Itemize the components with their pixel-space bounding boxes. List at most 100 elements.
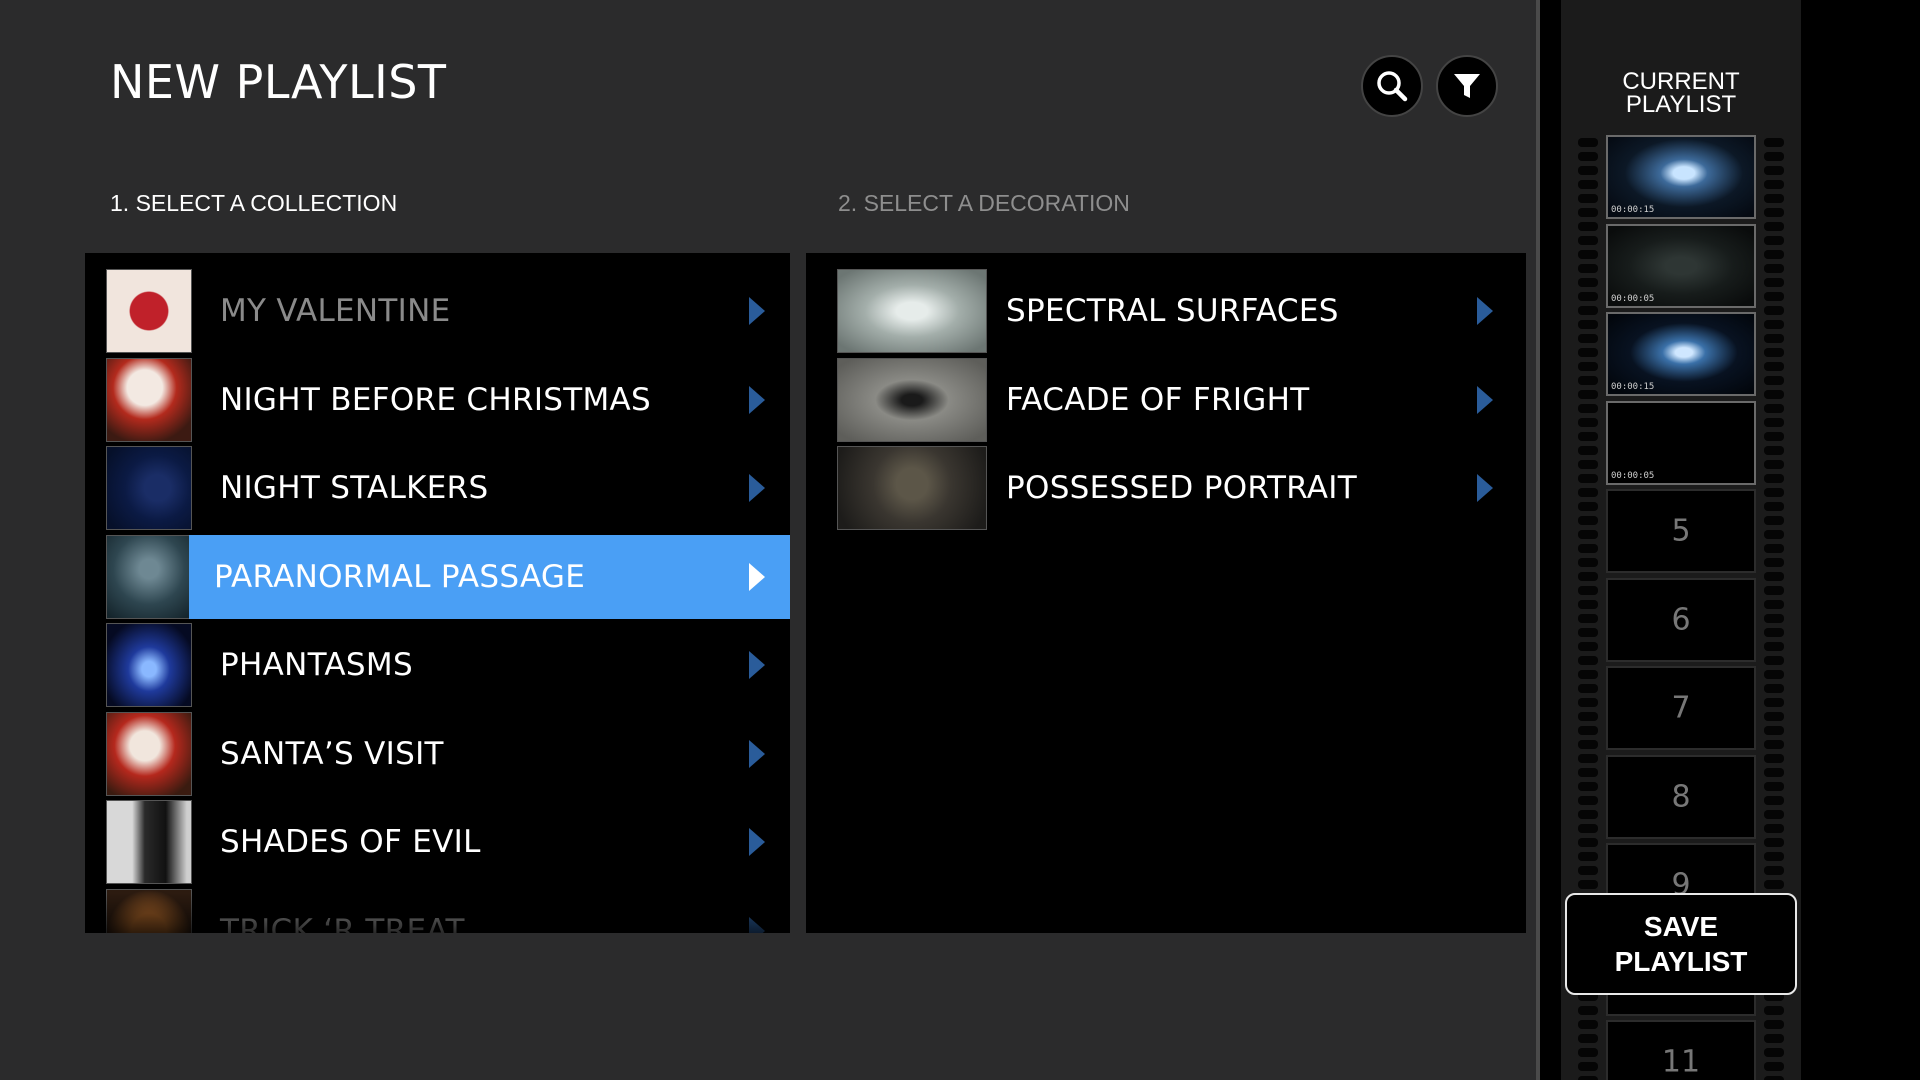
collection-label: PARANORMAL PASSAGE xyxy=(214,558,586,595)
sprocket-hole xyxy=(1578,376,1598,385)
sprocket-hole xyxy=(1578,362,1598,371)
sprocket-hole xyxy=(1764,278,1784,287)
sprocket-hole xyxy=(1578,642,1598,651)
sprocket-hole xyxy=(1764,558,1784,567)
sprocket-hole xyxy=(1764,642,1784,651)
sprocket-hole xyxy=(1764,208,1784,217)
sprocket-hole xyxy=(1578,446,1598,455)
slot-number: 8 xyxy=(1671,779,1691,814)
collection-list: MY VALENTINE NIGHT BEFORE CHRISTMAS NIGHT … xyxy=(85,253,790,933)
decoration-label: SPECTRAL SURFACES xyxy=(1006,293,1339,329)
sprocket-hole xyxy=(1578,460,1598,469)
sprocket-hole xyxy=(1578,670,1598,679)
sprocket-hole xyxy=(1578,768,1598,777)
save-playlist-line2: PLAYLIST xyxy=(1614,946,1748,977)
sprocket-hole xyxy=(1764,754,1784,763)
playlist-slot[interactable]: 6 xyxy=(1606,577,1756,662)
collection-item[interactable]: SANTA’S VISIT xyxy=(85,712,790,796)
search-button[interactable] xyxy=(1361,55,1423,117)
slot-duration: 00:00:05 xyxy=(1611,470,1655,481)
playlist-slot[interactable]: 11 xyxy=(1606,1020,1756,1080)
decoration-item[interactable]: FACADE OF FRIGHT xyxy=(806,358,1526,442)
filter-button[interactable] xyxy=(1436,55,1498,117)
step-2-label: 2. SELECT A DECORATION xyxy=(838,190,1130,216)
sprocket-hole xyxy=(1764,880,1784,889)
sprocket-hole xyxy=(1764,656,1784,665)
collection-item[interactable]: NIGHT STALKERS xyxy=(85,446,790,530)
chevron-right-icon xyxy=(1477,474,1493,502)
collection-item[interactable]: NIGHT BEFORE CHRISTMAS xyxy=(85,358,790,442)
sprocket-hole xyxy=(1578,824,1598,833)
sprocket-hole xyxy=(1578,698,1598,707)
decoration-item[interactable]: SPECTRAL SURFACES xyxy=(806,269,1526,353)
sprocket-hole xyxy=(1578,1076,1598,1080)
sprocket-hole xyxy=(1764,1062,1784,1071)
sprocket-hole xyxy=(1578,1006,1598,1015)
sprocket-hole xyxy=(1764,180,1784,189)
playlist-slot[interactable]: 5 xyxy=(1606,489,1756,573)
sprocket-hole xyxy=(1764,362,1784,371)
sprocket-hole xyxy=(1578,208,1598,217)
collection-item[interactable]: PHANTASMS xyxy=(85,623,790,707)
collection-label: NIGHT BEFORE CHRISTMAS xyxy=(220,381,652,418)
sprocket-hole xyxy=(1764,600,1784,609)
slot-number: 11 xyxy=(1661,1044,1701,1080)
sprocket-hole xyxy=(1764,152,1784,161)
sprocket-hole xyxy=(1764,782,1784,791)
sprocket-hole xyxy=(1578,278,1598,287)
sprocket-hole xyxy=(1764,726,1784,735)
slot-number: 6 xyxy=(1671,602,1691,637)
sprocket-hole xyxy=(1764,264,1784,273)
step-1-label: 1. SELECT A COLLECTION xyxy=(110,190,398,216)
sprocket-hole xyxy=(1764,866,1784,875)
chevron-right-icon xyxy=(749,385,765,414)
decoration-item[interactable]: POSSESSED PORTRAIT xyxy=(806,446,1526,530)
sprocket-hole xyxy=(1764,684,1784,693)
playlist-slot[interactable]: 8 xyxy=(1606,754,1756,839)
slot-duration: 00:00:05 xyxy=(1611,293,1655,304)
sprocket-hole xyxy=(1764,1076,1784,1080)
decoration-list: SPECTRAL SURFACES FACADE OF FRIGHT POSSESS… xyxy=(806,253,1526,933)
collection-label: MY VALENTINE xyxy=(220,293,451,329)
sprocket-hole xyxy=(1764,712,1784,721)
sprocket-hole xyxy=(1578,250,1598,259)
sprocket-hole xyxy=(1578,810,1598,819)
sprocket-hole xyxy=(1764,250,1784,259)
sprocket-hole xyxy=(1764,222,1784,231)
sprocket-hole xyxy=(1578,796,1598,805)
slot-number: 5 xyxy=(1671,513,1691,549)
sprocket-hole xyxy=(1764,306,1784,315)
sprocket-hole xyxy=(1578,418,1598,427)
playlist-slot[interactable]: 00:00:05 xyxy=(1606,223,1756,308)
decoration-label: FACADE OF FRIGHT xyxy=(1006,381,1310,418)
sprocket-hole xyxy=(1764,236,1784,245)
page-title: NEW PLAYLIST xyxy=(110,55,447,109)
search-icon xyxy=(1377,71,1408,102)
current-playlist-title-line2: PLAYLIST xyxy=(1625,91,1737,118)
sprocket-hole xyxy=(1578,348,1598,357)
chevron-right-icon xyxy=(749,828,765,856)
sprocket-hole xyxy=(1578,292,1598,301)
chevron-right-icon xyxy=(749,474,765,502)
sprocket-hole xyxy=(1764,586,1784,595)
sprocket-hole xyxy=(1764,796,1784,805)
playlist-slot[interactable]: 00:00:05 xyxy=(1606,400,1756,485)
save-playlist-button[interactable]: SAVE PLAYLIST xyxy=(1565,893,1797,995)
collection-item[interactable]: SHADES OF EVIL xyxy=(85,800,790,884)
playlist-slot[interactable]: 00:00:15 xyxy=(1606,312,1756,396)
sprocket-hole xyxy=(1764,320,1784,329)
sprocket-hole xyxy=(1764,670,1784,679)
sprocket-hole xyxy=(1578,712,1598,721)
sprocket-hole xyxy=(1764,376,1784,385)
sprocket-hole xyxy=(1578,726,1598,735)
sprocket-hole xyxy=(1764,348,1784,357)
playlist-slot[interactable]: 7 xyxy=(1606,666,1756,750)
sprocket-hole xyxy=(1578,264,1598,273)
sprocket-hole xyxy=(1578,502,1598,511)
current-playlist-title-line1: CURRENT xyxy=(1622,68,1740,95)
sprocket-hole xyxy=(1578,236,1598,245)
playlist-slot[interactable]: 00:00:15 xyxy=(1606,135,1756,219)
collection-item[interactable]: PARANORMAL PASSAGE xyxy=(189,534,790,619)
collection-item[interactable]: MY VALENTINE xyxy=(85,269,790,353)
app-window: NEW PLAYLIST 1. SELECT A COLLECTION 2. S… xyxy=(0,0,1920,1080)
